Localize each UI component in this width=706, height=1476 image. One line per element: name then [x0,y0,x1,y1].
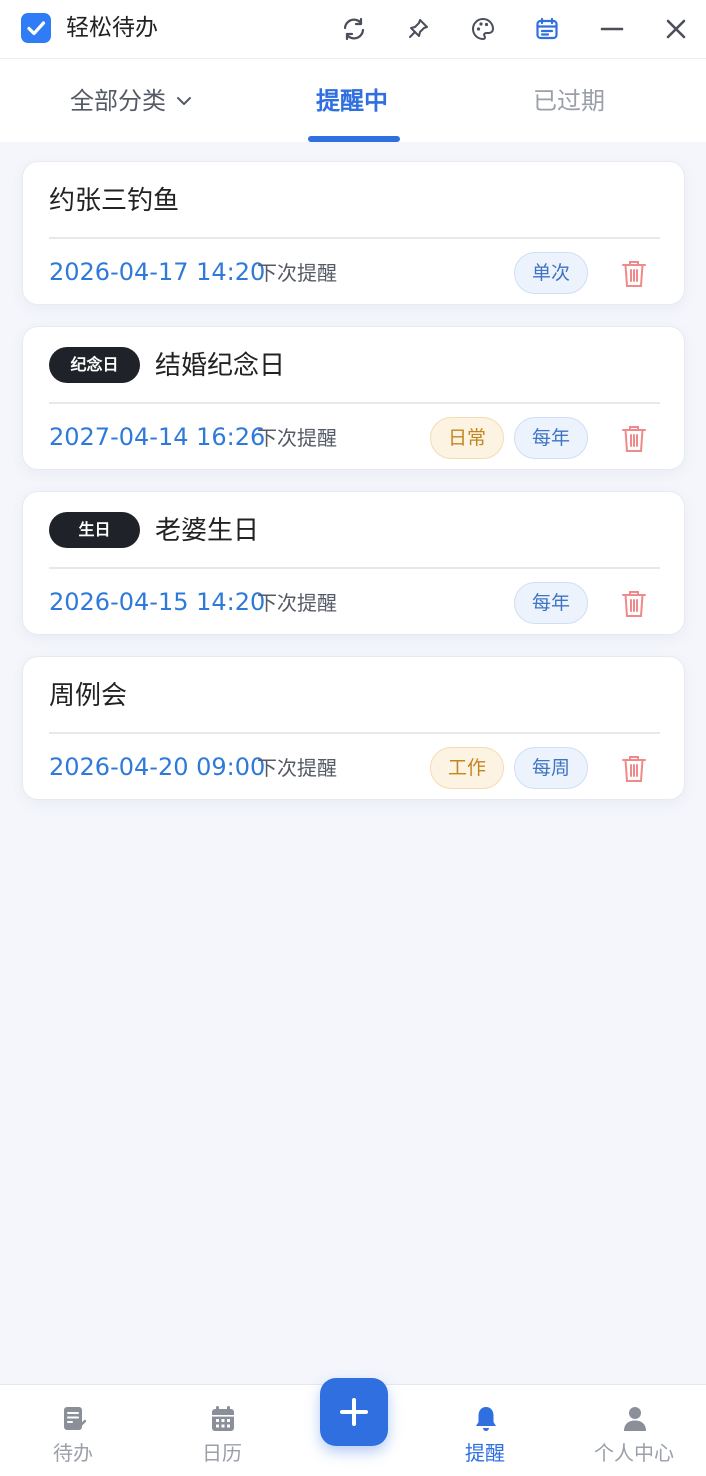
next-reminder-label: 下次提醒 [257,426,337,450]
reminder-card[interactable]: 生日 老婆生日 2026-04-15 14:20 下次提醒 每年 [22,491,685,635]
calendar-view-icon[interactable] [530,12,564,46]
trash-icon[interactable] [621,754,647,784]
tab-expired[interactable]: 已过期 [533,85,605,117]
trash-icon[interactable] [621,259,647,289]
tab-active-reminders[interactable]: 提醒中 [316,85,388,117]
minimize-icon[interactable] [595,12,629,46]
nav-label-todo: 待办 [53,1441,93,1465]
card-divider [49,402,660,404]
category-tag: 工作 [430,747,504,789]
app-check-icon [21,13,51,43]
reminder-tabs: 全部分类 提醒中 已过期 [0,58,706,142]
sync-icon[interactable] [337,12,371,46]
type-badge: 纪念日 [49,347,140,383]
close-icon[interactable] [659,12,693,46]
calendar-icon [212,1406,234,1431]
plus-icon [340,1398,368,1426]
trash-icon[interactable] [621,589,647,619]
app-window: 轻松待办 全部分类 提醒中 已过期 约张三钓鱼 2026-04-17 14:20… [0,0,706,1476]
nav-item-profile[interactable]: 个人中心 [574,1385,694,1476]
reminder-card[interactable]: 周例会 2026-04-20 09:00 下次提醒 工作 每周 [22,656,685,800]
reminder-card[interactable]: 纪念日 结婚纪念日 2027-04-14 16:26 下次提醒 日常 每年 [22,326,685,470]
reminder-date: 2026-04-20 09:00 [49,753,266,781]
nav-item-calendar[interactable]: 日历 [162,1385,282,1476]
reminder-date: 2027-04-14 16:26 [49,423,266,451]
bell-icon [476,1407,496,1431]
next-reminder-label: 下次提醒 [257,261,337,285]
type-badge: 生日 [49,512,140,548]
card-divider [49,732,660,734]
title-bar: 轻松待办 [0,0,706,58]
reminder-title: 周例会 [49,681,128,711]
chevron-down-icon [177,97,191,105]
reminder-title: 老婆生日 [155,516,260,546]
card-divider [49,237,660,239]
nav-label-reminder: 提醒 [465,1441,505,1465]
category-tag: 日常 [430,417,504,459]
reminder-card[interactable]: 约张三钓鱼 2026-04-17 14:20 下次提醒 单次 [22,161,685,305]
repeat-tag: 单次 [514,252,588,294]
reminder-date: 2026-04-17 14:20 [49,258,266,286]
repeat-tag: 每年 [514,417,588,459]
nav-item-todo[interactable]: 待办 [13,1385,133,1476]
reminder-date: 2026-04-15 14:20 [49,588,266,616]
palette-icon[interactable] [466,12,500,46]
card-divider [49,567,660,569]
trash-icon[interactable] [621,424,647,454]
repeat-tag: 每年 [514,582,588,624]
repeat-tag: 每周 [514,747,588,789]
nav-label-calendar: 日历 [202,1441,242,1465]
todo-list-icon [64,1407,87,1430]
reminder-title: 约张三钓鱼 [49,186,180,216]
app-title: 轻松待办 [66,15,158,41]
category-dropdown[interactable]: 全部分类 [70,85,194,117]
active-tab-indicator [308,136,400,142]
category-label: 全部分类 [70,87,166,115]
add-reminder-button[interactable] [320,1378,388,1446]
next-reminder-label: 下次提醒 [257,591,337,615]
next-reminder-label: 下次提醒 [257,756,337,780]
user-icon [624,1407,646,1431]
nav-label-profile: 个人中心 [594,1441,674,1465]
nav-item-reminder[interactable]: 提醒 [425,1385,545,1476]
reminder-title: 结婚纪念日 [155,351,286,381]
pin-icon[interactable] [401,12,435,46]
